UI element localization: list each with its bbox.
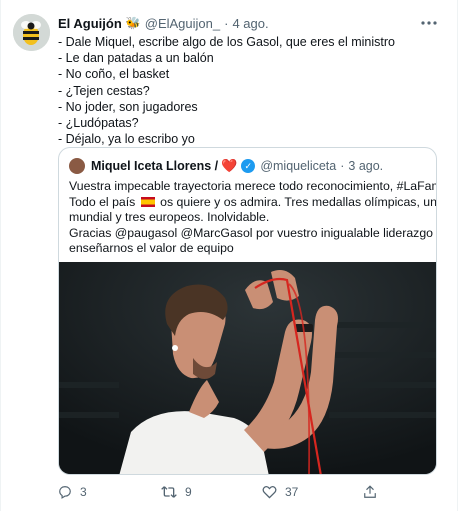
tweet-text: - Dale Miquel, escribe algo de los Gasol… [58,34,438,147]
like-count: 37 [285,485,299,499]
bee-avatar-image [13,14,50,51]
header-separator: · [224,15,229,31]
quoted-author-handle[interactable]: @miqueliceta [260,159,336,173]
retweet-icon [161,486,177,498]
quoted-tweet-photo[interactable] [59,262,436,474]
reply-count: 3 [80,485,87,499]
tweet-card[interactable]: El Aguijón 🐝 @ElAguijon_ · 4 ago. - Dale… [0,0,458,511]
quoted-line: Vuestra impecable trayectoria merece tod… [69,179,437,193]
quoted-line: Gracias @paugasol @MarcGasol por vuestro… [69,225,437,240]
tweet-timestamp[interactable]: 4 ago. [232,16,268,31]
more-icon[interactable] [419,14,439,32]
athlete-photo-image [59,262,436,474]
quoted-tweet[interactable]: Miquel Iceta Llorens / ❤️ ✓ @miqueliceta… [58,147,437,475]
tweet-actions: 3 9 37 [58,482,438,502]
quoted-line: mundial y tres europeos. Inolvidable. [69,210,270,225]
quoted-tweet-header: Miquel Iceta Llorens / ❤️ ✓ @miqueliceta… [69,157,383,175]
spain-flag-icon [140,196,155,207]
share-icon [364,485,376,498]
like-button[interactable]: 37 [262,482,298,502]
reply-icon [59,486,71,499]
author-handle[interactable]: @ElAguijon_ [145,16,220,31]
retweet-button[interactable]: 9 [161,482,192,502]
heart-icon [262,486,277,499]
share-button[interactable] [363,482,385,502]
quoted-line: Todo el país os quiere y os admira. Tres… [69,194,436,211]
author-avatar[interactable] [13,14,50,51]
bee-emoji-icon: 🐝 [125,16,141,30]
quoted-header-separator: · [340,159,345,173]
quoted-author-name[interactable]: Miquel Iceta Llorens / [91,159,218,173]
tweet-line: - Le dan patadas a un balón [58,51,214,66]
reply-button[interactable]: 3 [58,482,87,502]
tweet-line: - Dale Miquel, escribe algo de los Gasol… [58,35,395,49]
retweet-count: 9 [185,485,192,499]
quoted-author-avatar[interactable] [69,158,85,174]
quoted-tweet-text: Vuestra impecable trayectoria merece tod… [69,179,437,257]
verified-badge-icon: ✓ [241,159,256,173]
quoted-line: enseñarnos el valor de equipo [69,241,234,256]
quoted-line-part: os quiere y os admira. Tres medallas olí… [160,194,437,209]
tweet-line: - No coño, el basket [58,67,170,82]
tweet-line: - ¿Tejen cestas? [58,83,150,98]
quoted-line-part: Todo el país [69,194,136,209]
author-name[interactable]: El Aguijón [58,16,122,31]
tweet-header: El Aguijón 🐝 @ElAguijon_ · 4 ago. [58,13,269,33]
tweet-line: - No joder, son jugadores [58,99,198,114]
red-heart-icon: ❤️ [221,158,238,173]
tweet-line: - Déjalo, ya lo escribo yo [58,132,195,147]
quoted-timestamp[interactable]: 3 ago. [348,159,383,173]
tweet-line: - ¿Ludópatas? [58,116,139,131]
